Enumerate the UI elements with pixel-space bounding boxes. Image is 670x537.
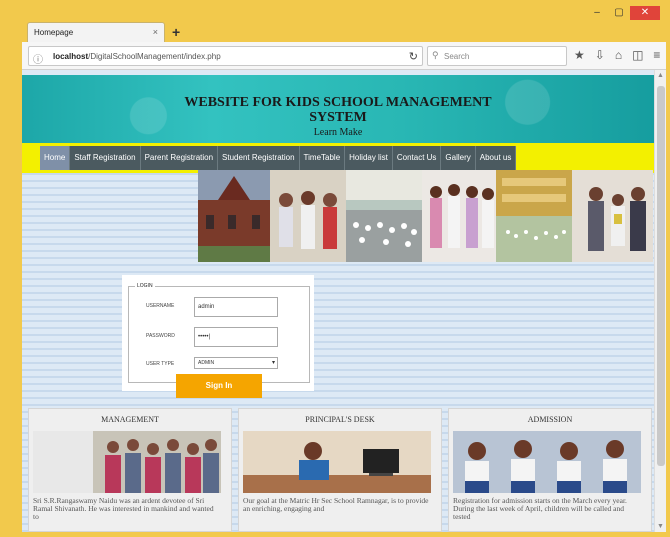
menu-item-contact-us[interactable]: Contact Us: [393, 146, 442, 170]
page-scrollbar[interactable]: ▲ ▼: [654, 70, 666, 532]
menu-item-timetable[interactable]: TimeTable: [300, 146, 346, 170]
uniform-kids-photo: [422, 170, 496, 262]
principal-column: PRINCIPAL'S DESK Our goal at the Matric …: [238, 408, 442, 532]
info-columns: MANAGEMENT Sri S.R.Rangaswamy Naidu was …: [28, 408, 652, 532]
browser-navbar: ⓘ localhost/DigitalSchoolManagement/inde…: [22, 42, 666, 70]
password-row: PASSWORD •••••|: [144, 327, 294, 347]
page-content: WEBSITE FOR KIDS SCHOOL MANAGEMENT SYSTE…: [22, 70, 654, 532]
students-group-photo: [270, 170, 346, 262]
bookmark-star-icon[interactable]: ★: [574, 48, 585, 62]
login-legend: LOGIN: [137, 283, 153, 289]
site-title-line1: WEBSITE FOR KIDS SCHOOL MANAGEMENT: [184, 95, 492, 110]
close-window-icon[interactable]: ✕: [630, 6, 660, 20]
search-placeholder: Search: [444, 52, 470, 61]
tab-title: Homepage: [34, 28, 74, 37]
usertype-select[interactable]: ADMIN ▾: [194, 357, 278, 369]
site-title-line2: SYSTEM: [309, 110, 367, 125]
search-icon: ⚲: [432, 50, 439, 60]
minimize-icon[interactable]: –: [586, 6, 608, 20]
menu-item-gallery[interactable]: Gallery: [441, 146, 476, 170]
management-photo: [33, 431, 221, 493]
school-building-photo: [198, 170, 270, 262]
usertype-label: USER TYPE: [146, 361, 175, 367]
username-label: USERNAME: [146, 303, 175, 309]
browser-titlebar: Homepage × + – ▢ ✕: [0, 0, 670, 42]
browser-tab[interactable]: Homepage ×: [27, 22, 165, 42]
menu-item-home[interactable]: Home: [40, 146, 71, 170]
main-menu: Home Staff Registration Parent Registrat…: [40, 146, 517, 170]
search-input[interactable]: ⚲ Search: [427, 46, 567, 66]
new-tab-icon[interactable]: +: [172, 24, 180, 40]
photo-strip: [198, 170, 653, 262]
pocket-icon[interactable]: ◫: [632, 48, 643, 62]
hamburger-menu-icon[interactable]: ≡: [653, 48, 660, 62]
toolbar-icons: ★ ⇩ ⌂ ◫ ≡: [574, 48, 660, 62]
usertype-row: USER TYPE ADMIN ▾: [144, 355, 294, 375]
management-text: Sri S.R.Rangaswamy Naidu was an ardent d…: [33, 496, 214, 521]
tab-close-icon[interactable]: ×: [153, 27, 158, 37]
menu-item-holiday-list[interactable]: Holiday list: [345, 146, 393, 170]
admission-title: ADMISSION: [527, 415, 573, 424]
menu-item-about-us[interactable]: About us: [476, 146, 517, 170]
username-field[interactable]: admin: [194, 297, 278, 317]
assembly-photo: [346, 170, 422, 262]
principal-text: Our goal at the Matric Hr Sec School Ram…: [243, 496, 429, 513]
scroll-up-icon[interactable]: ▲: [657, 72, 664, 79]
password-label: PASSWORD: [146, 333, 175, 339]
principal-title: PRINCIPAL'S DESK: [305, 415, 375, 424]
principal-photo: [243, 431, 431, 493]
url-host: localhost: [53, 52, 89, 61]
management-title: MANAGEMENT: [101, 415, 159, 424]
window-controls: – ▢ ✕: [586, 6, 660, 20]
menu-item-student-registration[interactable]: Student Registration: [218, 146, 300, 170]
site-subtitle: Learn Make: [313, 127, 363, 138]
management-column: MANAGEMENT Sri S.R.Rangaswamy Naidu was …: [28, 408, 232, 532]
admission-column: ADMISSION Registration for admission sta…: [448, 408, 652, 532]
menu-item-parent-registration[interactable]: Parent Registration: [141, 146, 219, 170]
menu-item-staff-registration[interactable]: Staff Registration: [70, 146, 141, 170]
scrollbar-thumb[interactable]: [657, 86, 665, 466]
admission-photo: [453, 431, 641, 493]
download-icon[interactable]: ⇩: [595, 48, 605, 62]
sign-in-button[interactable]: Sign In: [176, 374, 262, 398]
password-field[interactable]: •••••|: [194, 327, 278, 347]
username-row: USERNAME admin: [144, 297, 294, 317]
courtyard-photo: [496, 170, 572, 262]
reload-icon[interactable]: ↻: [409, 50, 418, 63]
site-banner: WEBSITE FOR KIDS SCHOOL MANAGEMENT SYSTE…: [22, 75, 654, 143]
url-bar[interactable]: ⓘ localhost/DigitalSchoolManagement/inde…: [28, 46, 423, 66]
admission-text: Registration for admission starts on the…: [453, 496, 627, 521]
scroll-down-icon[interactable]: ▼: [657, 523, 664, 530]
maximize-icon[interactable]: ▢: [608, 6, 630, 20]
url-path: /DigitalSchoolManagement/index.php: [88, 52, 221, 61]
award-photo: [572, 170, 653, 262]
usertype-value: ADMIN: [198, 360, 215, 366]
home-icon[interactable]: ⌂: [615, 48, 622, 62]
chevron-down-icon: ▾: [271, 360, 275, 366]
site-info-icon[interactable]: ⓘ: [33, 51, 43, 66]
